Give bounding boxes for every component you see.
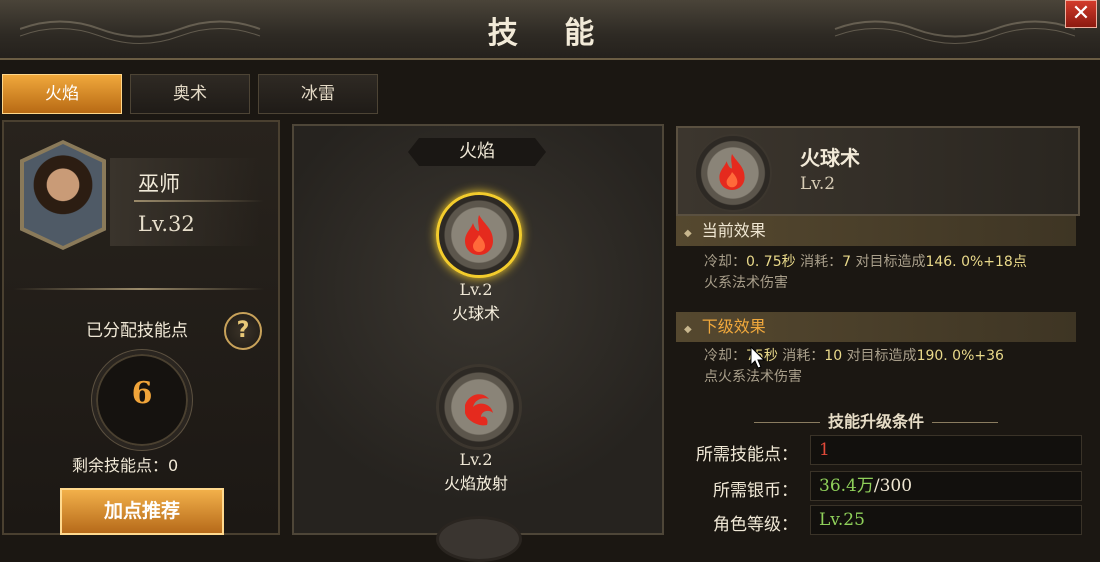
silver-have: 36.4万 bbox=[819, 476, 874, 496]
cost-value: 10 bbox=[824, 348, 843, 364]
tab-arcane[interactable]: 奥术 bbox=[130, 74, 250, 114]
allocated-points-value: 6 bbox=[131, 376, 153, 411]
mouse-cursor-icon bbox=[750, 346, 766, 369]
fire-icon bbox=[719, 154, 745, 190]
skill-level: Lv.2 bbox=[459, 450, 493, 469]
panel-divider bbox=[14, 288, 264, 290]
required-role-level-label: 角色等级： bbox=[713, 515, 798, 535]
damage-value: 190. 0%+36 bbox=[916, 348, 1004, 364]
avatar[interactable] bbox=[24, 144, 102, 246]
next-effect-title: 下级效果 bbox=[701, 317, 766, 336]
skill-node-next[interactable] bbox=[436, 516, 522, 562]
skill-level: Lv.2 bbox=[459, 280, 493, 299]
skill-name: 火焰放射 bbox=[443, 474, 508, 493]
bullet-icon: ◆ bbox=[684, 324, 692, 335]
detail-skill-level: Lv.2 bbox=[800, 174, 836, 194]
bullet-icon: ◆ bbox=[684, 228, 692, 239]
flame-spray-icon bbox=[465, 394, 493, 426]
cost-label: 消耗： bbox=[782, 348, 825, 364]
required-silver-value: 36.4万/300 bbox=[810, 471, 1082, 501]
current-effect-text: 冷却：0. 75秒 消耗：7 对目标造成146. 0%+18点 火系法术伤害 bbox=[704, 252, 1079, 294]
skill-tree-header: 火焰 bbox=[408, 138, 546, 166]
cost-label: 消耗： bbox=[800, 254, 843, 270]
tab-fire[interactable]: 火焰 bbox=[2, 74, 122, 114]
skill-name: 火球术 bbox=[451, 304, 500, 323]
allocated-points-label: 已分配技能点 bbox=[86, 321, 188, 341]
help-button[interactable]: ? bbox=[224, 312, 262, 350]
damage-type: 火系法术伤害 bbox=[704, 275, 788, 291]
requirements-title: 技能升级条件 bbox=[676, 408, 1076, 432]
requirements-title-text: 技能升级条件 bbox=[827, 412, 924, 431]
detail-skill-orb bbox=[694, 134, 772, 212]
detail-skill-name: 火球术 bbox=[800, 146, 860, 170]
cooldown-label: 冷却： bbox=[704, 348, 746, 364]
tab-frost-thunder[interactable]: 冰雷 bbox=[258, 74, 378, 114]
cooldown-value: 0. 75秒 bbox=[746, 254, 796, 270]
required-skill-points-label: 所需技能点： bbox=[696, 445, 798, 465]
required-skill-points-value: 1 bbox=[810, 435, 1082, 465]
cost-value: 7 bbox=[842, 254, 851, 270]
damage-type: 点火系法术伤害 bbox=[704, 369, 802, 385]
silver-need: /300 bbox=[873, 476, 913, 496]
title-line-right bbox=[932, 422, 998, 423]
current-effect-title: 当前效果 bbox=[701, 221, 766, 240]
cooldown-label: 冷却： bbox=[704, 254, 746, 270]
remaining-points-label: 剩余技能点：0 bbox=[72, 456, 179, 475]
window-title: 技 能 bbox=[487, 16, 613, 51]
recommend-button[interactable]: 加点推荐 bbox=[60, 488, 224, 535]
current-effect-header: ◆ 当前效果 bbox=[676, 216, 1076, 246]
title-line-left bbox=[753, 422, 820, 423]
close-button[interactable]: ✕ bbox=[1065, 0, 1097, 28]
damage-prefix: 对目标造成 bbox=[855, 254, 926, 270]
next-effect-header: ◆ 下级效果 bbox=[676, 312, 1076, 342]
skill-node-fireball[interactable] bbox=[436, 192, 522, 278]
skill-node-flame-spray[interactable] bbox=[436, 364, 522, 450]
nameplate-divider bbox=[134, 200, 264, 202]
fire-icon bbox=[465, 215, 493, 255]
required-silver-label: 所需银币： bbox=[713, 481, 798, 501]
damage-prefix: 对目标造成 bbox=[846, 348, 917, 364]
character-level: Lv.32 bbox=[138, 212, 195, 236]
damage-value: 146. 0%+18点 bbox=[925, 254, 1027, 270]
class-name: 巫师 bbox=[138, 172, 180, 196]
